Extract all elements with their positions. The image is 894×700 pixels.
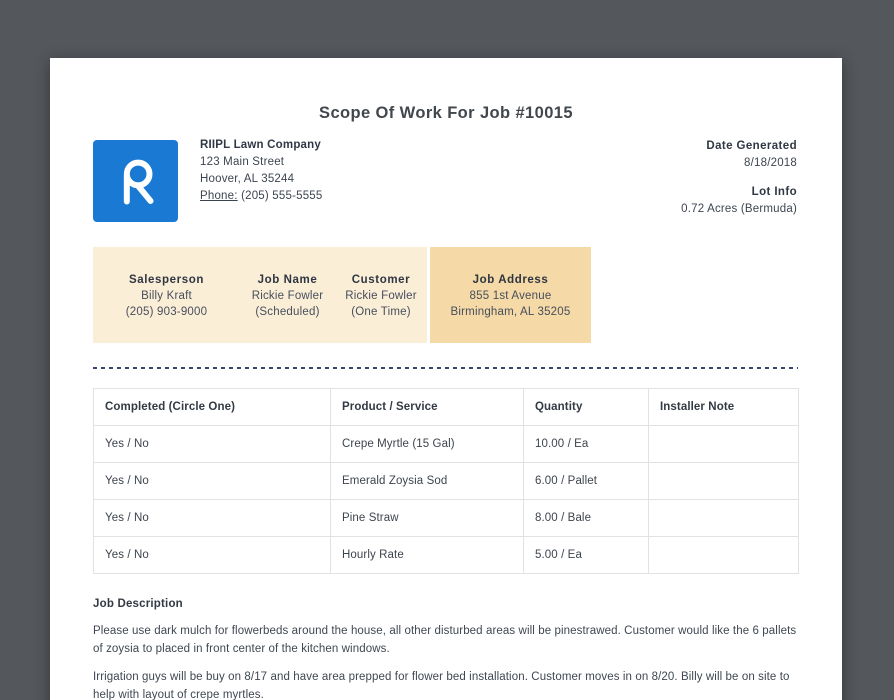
phone-label: Phone:: [200, 190, 238, 202]
customer-column: Customer Rickie Fowler (One Time): [335, 272, 427, 343]
company-logo: [93, 140, 178, 222]
customer-name: Rickie Fowler: [345, 290, 417, 302]
cell-product: Pine Straw: [330, 499, 524, 537]
table-row: Yes / No Emerald Zoysia Sod 6.00 / Palle…: [93, 462, 799, 500]
company-info: RIIPL Lawn Company 123 Main Street Hoove…: [200, 137, 323, 205]
salesperson-name: Billy Kraft: [141, 290, 192, 302]
document-title: Scope Of Work For Job #10015: [319, 104, 573, 122]
table-row: Yes / No Pine Straw 8.00 / Bale: [93, 499, 799, 537]
company-phone: Phone: (205) 555-5555: [200, 188, 323, 205]
r-logo-icon: [123, 159, 154, 205]
phone-value: (205) 555-5555: [241, 190, 323, 202]
date-generated-label: Date Generated: [706, 140, 797, 152]
job-address-city: Birmingham, AL 35205: [450, 306, 571, 318]
cell-product: Hourly Rate: [330, 536, 524, 574]
header-product-service: Product / Service: [330, 388, 524, 426]
cell-completed: Yes / No: [93, 536, 331, 574]
company-address-line2: Hoover, AL 35244: [200, 173, 295, 185]
products-table: Completed (Circle One) Product / Service…: [93, 388, 799, 574]
cell-quantity: 6.00 / Pallet: [523, 462, 649, 500]
header-installer-note: Installer Note: [648, 388, 799, 426]
table-row: Yes / No Crepe Myrtle (15 Gal) 10.00 / E…: [93, 425, 799, 463]
salesperson-phone: (205) 903-9000: [125, 306, 208, 318]
lot-info-value: 0.72 Acres (Bermuda): [681, 203, 797, 215]
document-page: Scope Of Work For Job #10015 RIIPL Lawn …: [50, 58, 842, 700]
salesperson-label: Salesperson: [129, 274, 204, 286]
document-backdrop: Scope Of Work For Job #10015 RIIPL Lawn …: [0, 0, 894, 700]
company-address-line1: 123 Main Street: [200, 156, 285, 168]
job-info-band: Salesperson Billy Kraft (205) 903-9000 J…: [93, 247, 591, 343]
salesperson-column: Salesperson Billy Kraft (205) 903-9000: [93, 272, 240, 343]
job-address-label: Job Address: [472, 274, 549, 286]
cell-installer-note: [648, 462, 799, 500]
document-meta: Date Generated 8/18/2018 Lot Info 0.72 A…: [681, 138, 797, 218]
customer-type: (One Time): [351, 306, 411, 318]
header-completed: Completed (Circle One): [93, 388, 331, 426]
cell-quantity: 8.00 / Bale: [523, 499, 649, 537]
cell-installer-note: [648, 499, 799, 537]
cell-completed: Yes / No: [93, 425, 331, 463]
job-description-paragraph: Please use dark mulch for flowerbeds aro…: [93, 625, 797, 655]
cell-completed: Yes / No: [93, 499, 331, 537]
cell-quantity: 5.00 / Ea: [523, 536, 649, 574]
table-header-row: Completed (Circle One) Product / Service…: [93, 388, 799, 426]
job-address-street: 855 1st Avenue: [469, 290, 552, 302]
job-info-cream-section: Salesperson Billy Kraft (205) 903-9000 J…: [93, 247, 427, 343]
cell-product: Crepe Myrtle (15 Gal): [330, 425, 524, 463]
cell-installer-note: [648, 425, 799, 463]
table-row: Yes / No Hourly Rate 5.00 / Ea: [93, 536, 799, 574]
customer-label: Customer: [351, 274, 411, 286]
cell-installer-note: [648, 536, 799, 574]
cell-completed: Yes / No: [93, 462, 331, 500]
header-quantity: Quantity: [523, 388, 649, 426]
job-name-column: Job Name Rickie Fowler (Scheduled): [240, 272, 335, 343]
cell-product: Emerald Zoysia Sod: [330, 462, 524, 500]
job-name-value: Rickie Fowler: [251, 290, 324, 302]
company-name: RIIPL Lawn Company: [200, 139, 321, 151]
job-address-column: Job Address 855 1st Avenue Birmingham, A…: [430, 247, 591, 343]
job-name-label: Job Name: [257, 274, 318, 286]
lot-info-label: Lot Info: [751, 186, 797, 198]
cell-quantity: 10.00 / Ea: [523, 425, 649, 463]
dotted-divider: [93, 367, 798, 369]
job-description-heading: Job Description: [93, 598, 183, 610]
job-description-paragraph: Irrigation guys will be buy on 8/17 and …: [93, 671, 790, 700]
meta-spacer: [681, 172, 797, 184]
date-generated-value: 8/18/2018: [744, 157, 797, 169]
job-name-status: (Scheduled): [255, 306, 320, 318]
